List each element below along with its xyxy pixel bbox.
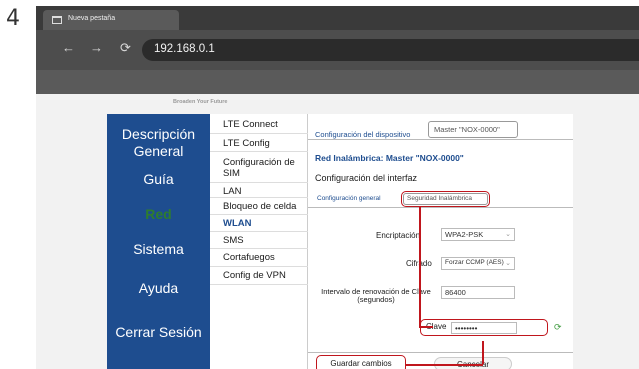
- nav-item-ayuda[interactable]: Ayuda: [107, 280, 210, 297]
- subtab-general[interactable]: Configuración general: [317, 195, 381, 202]
- tab-strip: Nueva pestaña: [36, 6, 639, 30]
- device-tab[interactable]: Master "NOX-0000": [428, 121, 518, 138]
- address-bar[interactable]: 192.168.0.1: [142, 39, 639, 61]
- sub-item-sim-config[interactable]: Configuración de SIM: [210, 152, 308, 183]
- sub-item-sms[interactable]: SMS: [210, 232, 308, 249]
- sub-item-cortafuegos[interactable]: Cortafuegos: [210, 249, 308, 267]
- subtab-divider: [308, 207, 573, 208]
- router-page: Broaden Your Future Descripción General …: [36, 94, 639, 369]
- refresh-key-icon[interactable]: ⟳: [554, 322, 562, 333]
- nav-item-red[interactable]: Red: [107, 206, 210, 223]
- browser-tab[interactable]: Nueva pestaña: [43, 10, 179, 30]
- cancel-button[interactable]: Cancelar: [434, 357, 512, 369]
- back-arrow-icon[interactable]: ←: [62, 40, 75, 56]
- renewal-value: 86400: [445, 288, 466, 297]
- page: 4 Nueva pestaña ← → ⟳ 192.168.0.1 Broade…: [0, 0, 639, 369]
- wlan-content: Configuración del dispositivo Master "NO…: [308, 114, 573, 369]
- chevron-down-icon: ⌄: [505, 260, 511, 267]
- tab-page-icon: [52, 16, 62, 24]
- annotation-line-to-key: [419, 326, 433, 328]
- sub-item-lte-config[interactable]: LTE Config: [210, 134, 308, 152]
- sub-item-wlan[interactable]: WLAN: [210, 215, 308, 232]
- tab-title: Nueva pestaña: [68, 15, 116, 22]
- sub-item-lte-connect[interactable]: LTE Connect: [210, 116, 308, 134]
- key-input[interactable]: ••••••••: [451, 322, 517, 334]
- subtab-security[interactable]: Seguridad Inalámbrica: [403, 193, 488, 205]
- browser-window: Nueva pestaña ← → ⟳ 192.168.0.1 Broaden …: [36, 6, 639, 369]
- cipher-value: Forzar CCMP (AES): [445, 259, 504, 266]
- sub-item-bloqueo-celda[interactable]: Bloqueo de celda: [210, 198, 308, 215]
- site-tagline: Broaden Your Future: [173, 99, 228, 105]
- sub-item-vpn-config[interactable]: Config de VPN: [210, 267, 308, 285]
- forward-arrow-icon[interactable]: →: [90, 40, 103, 56]
- tab-divider: [308, 139, 573, 140]
- encryption-label: Encriptación: [376, 231, 421, 240]
- left-navigation: Descripción General Guía Red Sistema Ayu…: [107, 114, 210, 369]
- reload-icon[interactable]: ⟳: [120, 40, 131, 56]
- step-number: 4: [6, 6, 20, 31]
- annotation-line-key-down: [482, 341, 484, 364]
- browser-toolbar: ← → ⟳ 192.168.0.1: [36, 30, 639, 70]
- save-button[interactable]: Guardar cambios: [318, 357, 404, 369]
- annotation-line-to-save: [406, 364, 483, 366]
- nav-item-sistema[interactable]: Sistema: [107, 241, 210, 258]
- renewal-label: Intervalo de renovación de Clave (segund…: [321, 287, 431, 304]
- browser-chrome-spacer: [36, 70, 639, 94]
- sub-item-lan[interactable]: LAN: [210, 183, 308, 198]
- sub-menu: LTE Connect LTE Config Configuración de …: [210, 114, 308, 369]
- renewal-input[interactable]: 86400: [441, 286, 515, 299]
- chevron-down-icon: ⌄: [505, 231, 511, 238]
- annotation-line-vertical: [419, 207, 421, 327]
- key-value: ••••••••: [455, 324, 478, 333]
- network-title: Red Inalámbrica: Master "NOX-0000": [315, 153, 464, 163]
- encryption-select[interactable]: WPA2-PSK ⌄: [441, 228, 515, 241]
- nav-item-descripcion-general[interactable]: Descripción General: [107, 126, 210, 160]
- nav-item-cerrar-sesion[interactable]: Cerrar Sesión: [107, 324, 210, 341]
- encryption-value: WPA2-PSK: [445, 230, 484, 239]
- interface-title: Configuración del interfaz: [315, 173, 418, 183]
- nav-item-guia[interactable]: Guía: [107, 171, 210, 188]
- cipher-select[interactable]: Forzar CCMP (AES) ⌄: [441, 257, 515, 270]
- address-text: 192.168.0.1: [154, 43, 215, 55]
- footer-divider: [308, 352, 573, 353]
- device-config-link[interactable]: Configuración del dispositivo: [315, 130, 410, 139]
